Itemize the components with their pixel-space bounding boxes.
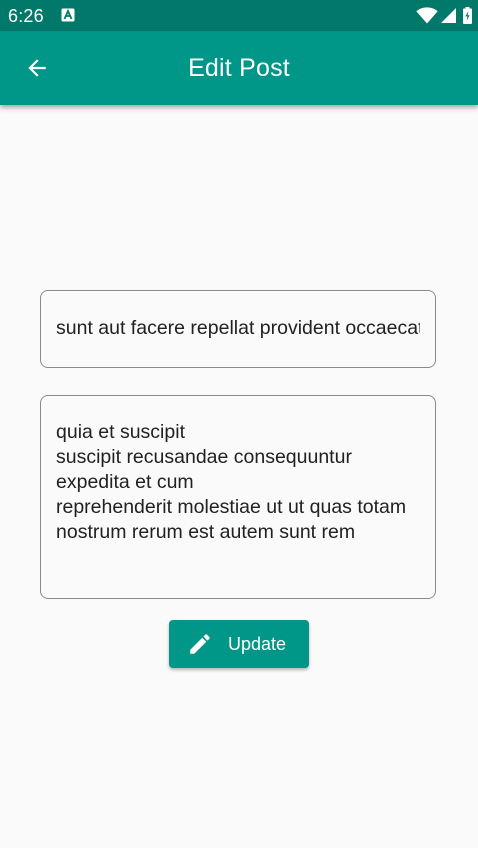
cell-signal-icon [441, 8, 456, 23]
post-title-input[interactable]: sunt aut facere repellat provident occae… [56, 316, 420, 341]
status-time: 6:26 [8, 6, 44, 26]
app-bar: Edit Post [0, 31, 478, 105]
battery-icon [463, 7, 472, 24]
update-button[interactable]: Update [169, 620, 309, 668]
status-icons [416, 6, 472, 25]
page-title: Edit Post [188, 54, 290, 82]
arrow-back-icon [28, 59, 46, 77]
status-bar: 6:26 [0, 0, 478, 31]
edit-pencil-icon [190, 634, 210, 654]
post-title-field[interactable]: sunt aut facere repellat provident occae… [40, 290, 436, 368]
back-button[interactable] [13, 44, 61, 92]
post-body-field[interactable]: quia et suscipit suscipit recusandae con… [40, 395, 436, 599]
post-body-input[interactable]: quia et suscipit suscipit recusandae con… [56, 420, 420, 545]
update-button-label: Update [228, 634, 287, 654]
a-badge-icon [61, 8, 75, 22]
wifi-icon [416, 7, 438, 24]
